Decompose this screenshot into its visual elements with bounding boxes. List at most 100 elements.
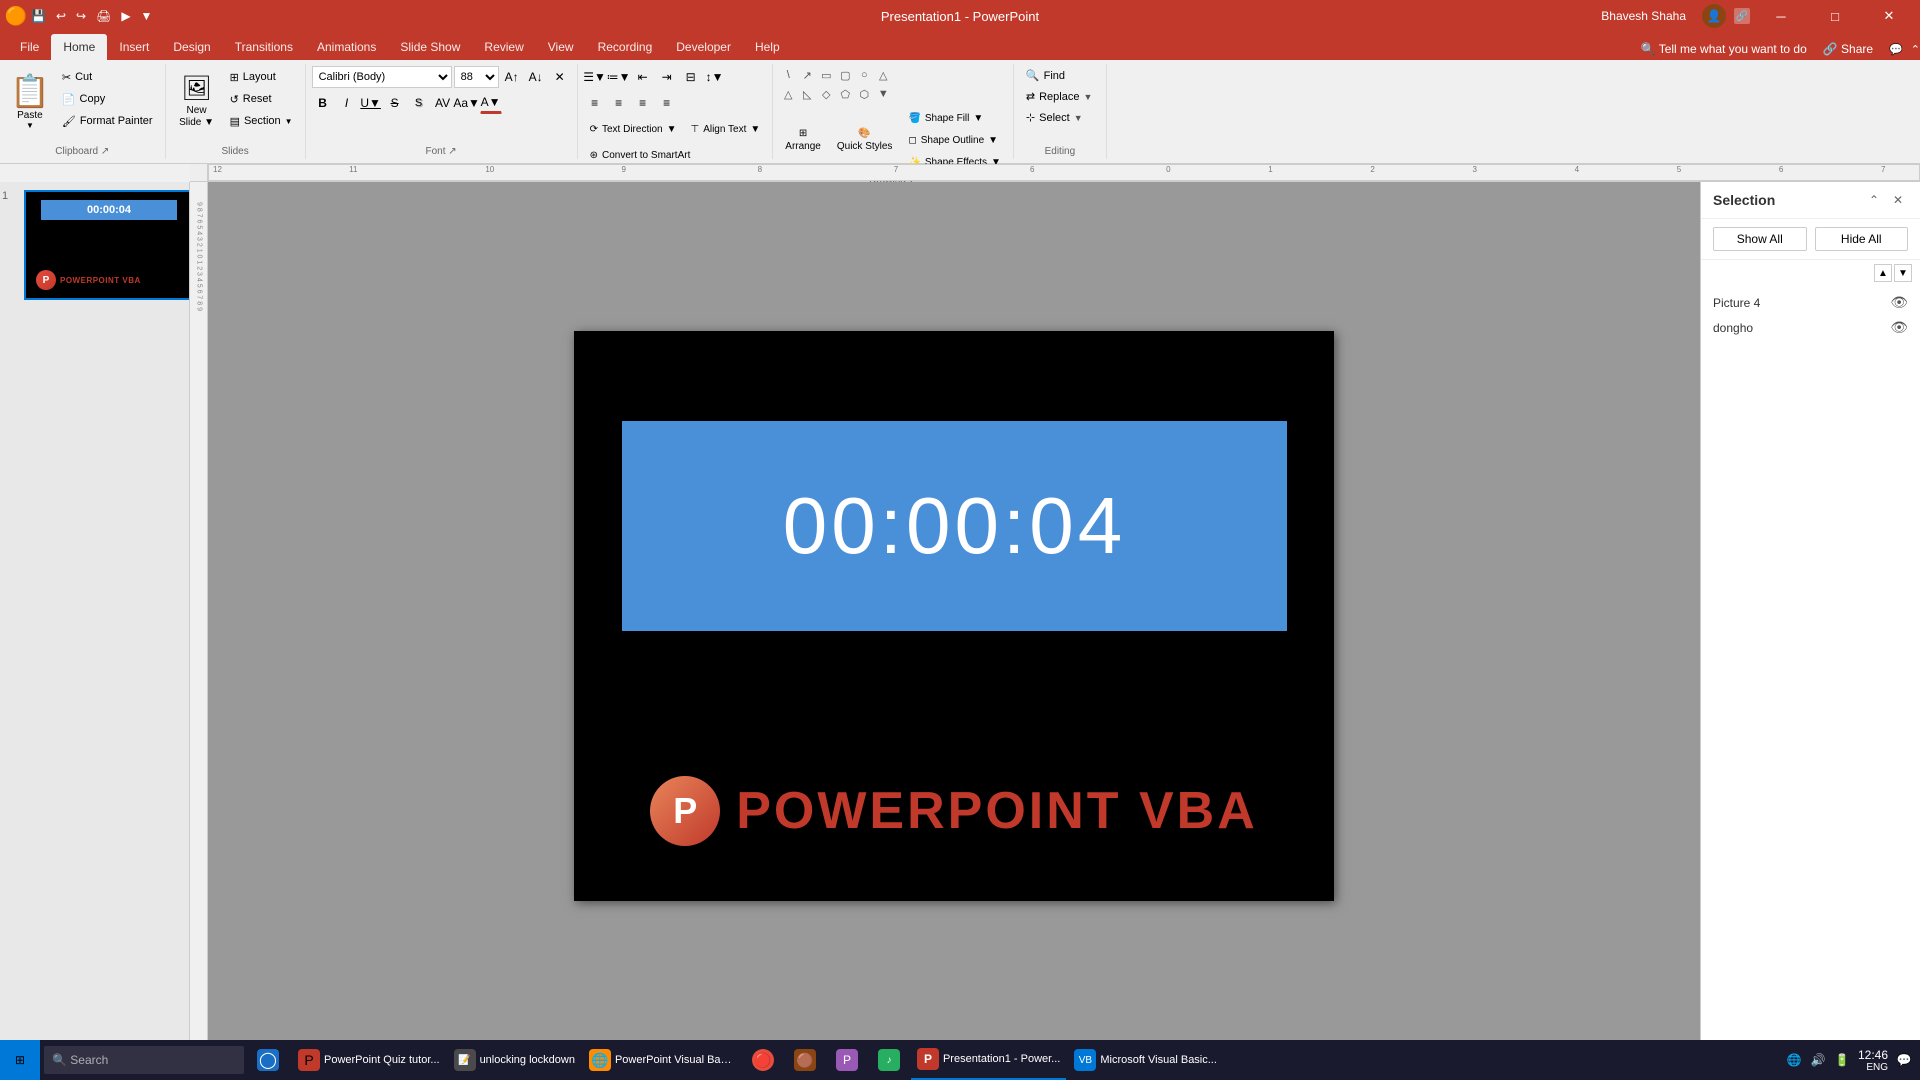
maximize-btn[interactable]: □	[1812, 0, 1858, 32]
align-left-btn[interactable]: ≡	[584, 92, 606, 114]
save-btn[interactable]: 💾	[28, 7, 49, 25]
show-all-btn[interactable]: Show All	[1713, 227, 1807, 251]
present-btn[interactable]: ▶	[118, 7, 133, 25]
ribbon-collapse-btn[interactable]: ⌃	[1911, 43, 1920, 56]
tab-review[interactable]: Review	[472, 34, 535, 60]
replace-button[interactable]: ⇄ Replace ▼	[1020, 87, 1100, 106]
tell-me[interactable]: 🔍 Tell me what you want to do	[1641, 42, 1807, 56]
print-btn[interactable]: 🖨	[93, 7, 114, 25]
scroll-up-btn[interactable]: ▲	[1874, 264, 1892, 282]
close-btn[interactable]: ✕	[1866, 0, 1912, 32]
tray-volume[interactable]: 🔊	[1810, 1052, 1826, 1068]
font-size-select[interactable]: 88	[454, 66, 499, 88]
format-painter-button[interactable]: 🖌 Format Painter	[56, 110, 159, 132]
align-center-btn[interactable]: ≡	[608, 92, 630, 114]
panel-nav-up[interactable]: ⌃	[1864, 190, 1884, 210]
quick-styles-button[interactable]: 🎨 Quick Styles	[831, 115, 899, 165]
tab-developer[interactable]: Developer	[664, 34, 743, 60]
copy-button[interactable]: 📄 Copy	[56, 88, 159, 110]
taskbar-item-7[interactable]: ♪	[869, 1040, 909, 1080]
columns-btn[interactable]: ⊟	[680, 66, 702, 88]
hide-all-btn[interactable]: Hide All	[1815, 227, 1909, 251]
minimize-btn[interactable]: ─	[1758, 0, 1804, 32]
notification-icon[interactable]: 💬	[1896, 1052, 1912, 1068]
change-case-btn[interactable]: Aa▼	[456, 92, 478, 114]
undo-btn[interactable]: ↩	[53, 7, 69, 25]
selection-item-dongho[interactable]: dongho 👁	[1701, 315, 1920, 340]
shape-outline-btn[interactable]: ◻ Shape Outline▼	[902, 129, 1006, 151]
text-direction-btn[interactable]: ⟳ Text Direction▼	[584, 118, 683, 140]
paste-button[interactable]: 📋 Paste ▼	[6, 66, 54, 136]
tab-file[interactable]: File	[8, 34, 51, 60]
line-spacing-btn[interactable]: ↕▼	[704, 66, 726, 88]
layout-button[interactable]: ⊞ Layout	[224, 66, 299, 88]
scroll-down-btn[interactable]: ▼	[1894, 264, 1912, 282]
find-button[interactable]: 🔍 Find	[1020, 66, 1100, 85]
tab-insert[interactable]: Insert	[107, 34, 161, 60]
tab-view[interactable]: View	[536, 34, 586, 60]
share-btn[interactable]: 🔗 Share	[1815, 42, 1881, 56]
dongho-visibility[interactable]: 👁	[1890, 319, 1908, 336]
clear-format-btn[interactable]: ✕	[549, 66, 571, 88]
slide-canvas[interactable]: 00:00:04 P POWERPOINT VBA	[574, 331, 1334, 901]
tray-network[interactable]: 🌐	[1786, 1052, 1802, 1068]
taskbar-item-quiz[interactable]: P PowerPoint Quiz tutor...	[292, 1040, 446, 1080]
bullet-list-btn[interactable]: ☰▼	[584, 66, 606, 88]
shape-rt-triangle[interactable]: ◺	[798, 85, 816, 103]
shape-line[interactable]: \	[779, 66, 797, 84]
tray-battery[interactable]: 🔋	[1834, 1052, 1850, 1068]
align-text-btn[interactable]: ⊤ Align Text▼	[684, 118, 766, 140]
spacing-btn[interactable]: AV	[432, 92, 454, 114]
task-cortana[interactable]: ◯	[248, 1040, 288, 1080]
taskbar-search[interactable]: 🔍 Search	[44, 1046, 244, 1074]
select-button[interactable]: ⊹ Select ▼	[1020, 108, 1100, 127]
shape-right-arrow[interactable]: △	[874, 66, 892, 84]
shape-rect[interactable]: ▭	[817, 66, 835, 84]
tab-transitions[interactable]: Transitions	[223, 34, 305, 60]
connect-btn[interactable]: 🔗	[1734, 8, 1750, 24]
customize-btn[interactable]: ▼	[138, 7, 156, 25]
taskbar-item-6[interactable]: P	[827, 1040, 867, 1080]
tab-home[interactable]: Home	[51, 34, 107, 60]
shape-triangle[interactable]: △	[779, 85, 797, 103]
redo-btn[interactable]: ↪	[73, 7, 89, 25]
tab-help[interactable]: Help	[743, 34, 792, 60]
numbered-list-btn[interactable]: ≔▼	[608, 66, 630, 88]
reset-button[interactable]: ↺ Reset	[224, 88, 299, 110]
arrange-button[interactable]: ⊞ Arrange	[779, 115, 827, 165]
align-right-btn[interactable]: ≡	[632, 92, 654, 114]
start-button[interactable]: ⊞	[0, 1040, 40, 1080]
convert-smartart-btn[interactable]: ⊛ Convert to SmartArt	[584, 144, 697, 166]
italic-btn[interactable]: I	[336, 92, 358, 114]
decrease-font-btn[interactable]: A↓	[525, 66, 547, 88]
shape-diamond[interactable]: ◇	[817, 85, 835, 103]
taskbar-item-4[interactable]: 🔴	[743, 1040, 783, 1080]
underline-btn[interactable]: U▼	[360, 92, 382, 114]
user-avatar[interactable]: 👤	[1702, 4, 1726, 28]
paste-dropdown[interactable]: ▼	[26, 121, 34, 130]
shadow-btn[interactable]: S	[408, 92, 430, 114]
taskbar-item-vba[interactable]: VB Microsoft Visual Basic...	[1068, 1040, 1223, 1080]
taskbar-item-lockdown[interactable]: 📝 unlocking lockdown	[448, 1040, 581, 1080]
justify-btn[interactable]: ≡	[656, 92, 678, 114]
cut-button[interactable]: ✂ Cut	[56, 66, 159, 88]
tab-design[interactable]: Design	[161, 34, 222, 60]
decrease-indent-btn[interactable]: ⇤	[632, 66, 654, 88]
strikethrough-btn[interactable]: S	[384, 92, 406, 114]
panel-close-btn[interactable]: ✕	[1888, 190, 1908, 210]
picture4-visibility[interactable]: 👁	[1890, 294, 1908, 311]
increase-indent-btn[interactable]: ⇥	[656, 66, 678, 88]
font-family-select[interactable]: Calibri (Body)	[312, 66, 452, 88]
taskbar-item-presentation[interactable]: P Presentation1 - Power...	[911, 1040, 1066, 1080]
tab-slideshow[interactable]: Slide Show	[388, 34, 472, 60]
slide-thumbnail[interactable]: 00:00:04 P POWERPOINT VBA	[24, 190, 190, 300]
shape-fill-btn[interactable]: 🪣 Shape Fill▼	[902, 107, 1006, 129]
shape-circle[interactable]: ○	[855, 66, 873, 84]
taskbar-item-5[interactable]: 🟤	[785, 1040, 825, 1080]
new-slide-button[interactable]: 🖼 NewSlide ▼	[172, 66, 222, 136]
increase-font-btn[interactable]: A↑	[501, 66, 523, 88]
tab-recording[interactable]: Recording	[586, 34, 665, 60]
shape-more[interactable]: ▼	[874, 85, 892, 103]
shape-rounded-rect[interactable]: ▢	[836, 66, 854, 84]
section-button[interactable]: ▤ Section ▼	[224, 110, 299, 132]
